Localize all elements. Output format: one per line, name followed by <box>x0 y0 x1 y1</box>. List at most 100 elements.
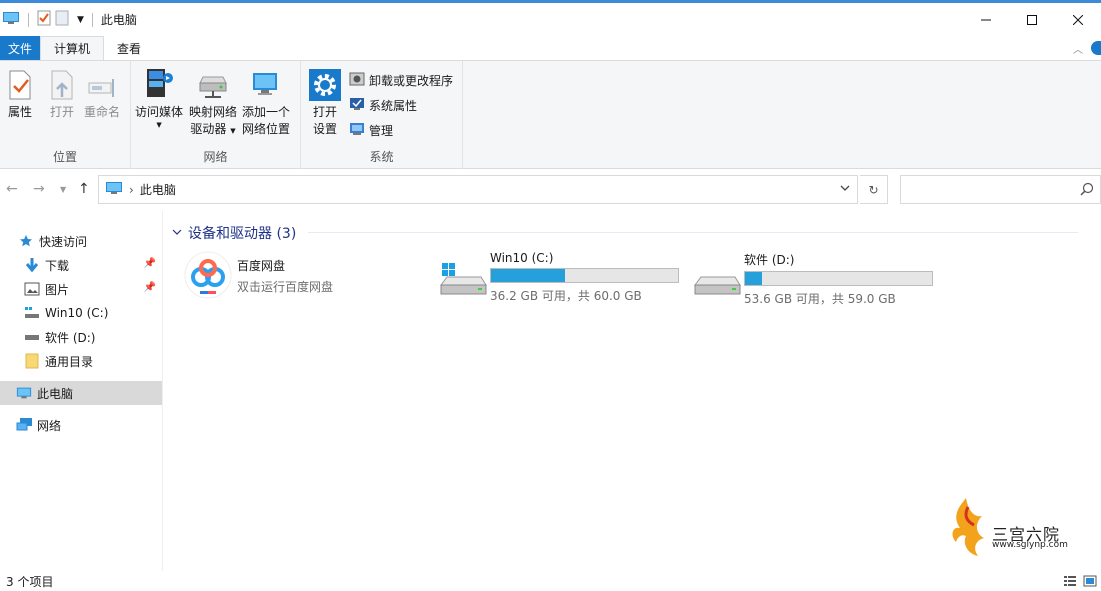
title-bar: ▼ 此电脑 <box>0 0 1101 36</box>
properties-button[interactable]: 属性 <box>4 65 36 121</box>
quick-access-toolbar: ▼ <box>0 10 97 29</box>
sidebar-item-common-folder[interactable]: 通用目录 <box>0 349 162 373</box>
access-media-button[interactable]: 访问媒体 ▼ <box>135 65 183 129</box>
breadcrumb-item[interactable]: 此电脑 <box>140 181 176 198</box>
system-properties-button[interactable]: 系统属性 <box>349 95 417 115</box>
item-name: 百度网盘 <box>237 259 286 273</box>
open-button[interactable]: 打开 <box>46 65 78 121</box>
chevron-down-icon[interactable] <box>839 182 851 197</box>
refresh-icon: ↻ <box>868 182 879 197</box>
open-icon <box>46 65 78 101</box>
dropdown-arrow-icon: ▼ <box>230 127 236 135</box>
list-item[interactable]: Win10 (C:) 36.2 GB 可用，共 60.0 GB <box>438 251 679 304</box>
item-name: Win10 (C:) <box>490 251 554 265</box>
sidebar-item-label: 软件 (D:) <box>45 330 96 345</box>
map-network-drive-button[interactable]: 映射网络 驱动器 ▼ <box>189 65 237 140</box>
sidebar-item-drive-d[interactable]: 软件 (D:) <box>0 325 162 349</box>
capacity-bar-fill <box>745 272 763 285</box>
pin-icon[interactable]: 📌 <box>144 282 156 293</box>
sidebar-item-quick-access[interactable]: 快速访问 <box>0 229 162 253</box>
pictures-icon <box>24 281 40 297</box>
open-label: 打开 <box>49 105 74 119</box>
sidebar-item-pictures[interactable]: 图片 📌 <box>0 277 162 301</box>
properties-icon <box>4 65 36 101</box>
search-icon <box>1080 182 1094 199</box>
search-input[interactable] <box>900 175 1101 204</box>
window-controls <box>963 3 1101 36</box>
refresh-button[interactable]: ↻ <box>860 175 888 204</box>
rename-label: 重命名 <box>84 105 121 119</box>
sidebar-item-downloads[interactable]: 下载 📌 <box>0 253 162 277</box>
sidebar-item-drive-c[interactable]: Win10 (C:) <box>0 301 162 325</box>
network-group-label: 网络 <box>203 150 228 164</box>
dropdown-arrow-icon: ▼ <box>156 121 162 129</box>
customize-dropdown-icon[interactable]: ▼ <box>77 15 84 25</box>
sidebar-item-this-pc[interactable]: 此电脑 <box>0 381 162 405</box>
chevron-down-icon[interactable] <box>172 225 182 241</box>
computer-icon[interactable] <box>2 11 20 28</box>
star-icon <box>18 233 34 249</box>
add-location-label-1: 添加一个 <box>242 105 291 119</box>
tab-view[interactable]: 查看 <box>104 36 154 60</box>
tab-computer[interactable]: 计算机 <box>40 36 105 60</box>
map-drive-label-2: 驱动器 ▼ <box>190 121 235 140</box>
list-item[interactable]: 百度网盘 双击运行百度网盘 <box>184 251 333 299</box>
back-arrow-icon[interactable]: ← <box>6 181 18 197</box>
system-group-label: 系统 <box>369 150 394 164</box>
item-name: 软件 (D:) <box>744 253 795 267</box>
location-group-label: 位置 <box>52 150 77 164</box>
tab-file[interactable]: 文件 <box>0 36 41 60</box>
address-bar[interactable]: › 此电脑 <box>98 175 858 204</box>
windows-drive-icon <box>24 305 40 321</box>
map-drive-label-1: 映射网络 <box>189 105 238 119</box>
uninstall-programs-button[interactable]: 卸载或更改程序 <box>349 70 453 90</box>
computer-icon <box>16 385 32 401</box>
forward-arrow-icon[interactable]: → <box>33 181 45 197</box>
help-icon[interactable] <box>1091 41 1101 55</box>
details-view-icon[interactable] <box>1063 575 1077 590</box>
rename-button[interactable]: 重命名 <box>84 65 120 121</box>
minimize-button[interactable] <box>963 3 1009 36</box>
computer-icon <box>105 181 123 198</box>
new-folder-icon[interactable] <box>55 10 69 29</box>
uninstall-label: 卸载或更改程序 <box>369 73 454 88</box>
capacity-bar-fill <box>491 269 566 282</box>
pin-icon[interactable]: 📌 <box>144 258 156 269</box>
properties-icon[interactable] <box>37 10 51 29</box>
uninstall-icon <box>349 71 365 90</box>
map-drive-label-2-text: 驱动器 <box>190 122 227 136</box>
close-button[interactable] <box>1055 3 1101 36</box>
windows-drive-icon <box>438 251 488 301</box>
sidebar-item-label: Win10 (C:) <box>45 306 109 320</box>
capacity-text: 53.6 GB 可用，共 59.0 GB <box>744 292 896 306</box>
capacity-bar <box>490 268 679 283</box>
status-bar: 3 个项目 <box>0 571 1101 591</box>
chevron-right-icon[interactable]: › <box>129 183 134 197</box>
open-settings-button[interactable]: 打开 设置 <box>309 65 341 138</box>
maximize-button[interactable] <box>1009 3 1055 36</box>
navigation-bar: ← → ▼ ↑ › 此电脑 ↻ <box>0 169 1101 211</box>
list-item[interactable]: 软件 (D:) 53.6 GB 可用，共 59.0 GB <box>692 251 933 307</box>
large-icons-view-icon[interactable] <box>1083 575 1097 590</box>
add-network-location-button[interactable]: 添加一个 网络位置 <box>242 65 290 138</box>
ribbon-group-system: 打开 设置 卸载或更改程序 系统属性 管理 系统 <box>301 61 463 169</box>
sidebar-item-label: 此电脑 <box>37 386 74 401</box>
network-drive-icon <box>197 65 229 101</box>
group-header[interactable]: 设备和驱动器 (3) <box>172 223 296 243</box>
ribbon: 属性 打开 重命名 位置 访问媒体 ▼ 映射网络 驱动器 ▼ 添加一个 网络位置… <box>0 60 1101 169</box>
media-icon <box>143 65 175 101</box>
download-arrow-icon <box>24 257 40 273</box>
toolbar-divider <box>28 12 29 27</box>
settings-gear-icon <box>309 65 341 101</box>
sidebar-item-label: 快速访问 <box>39 234 88 249</box>
sidebar-item-label: 图片 <box>45 282 70 297</box>
ribbon-group-network: 访问媒体 ▼ 映射网络 驱动器 ▼ 添加一个 网络位置 网络 <box>131 61 301 169</box>
recent-locations-icon[interactable]: ▼ <box>60 185 66 194</box>
collapse-ribbon-icon[interactable]: ︿ <box>1073 41 1083 56</box>
navigation-pane: 快速访问 下载 📌 图片 📌 Win10 (C:) 软件 (D:) 通用目录 此… <box>0 211 163 571</box>
sidebar-item-network[interactable]: 网络 <box>0 413 162 437</box>
up-arrow-icon[interactable]: ↑ <box>78 181 90 197</box>
sidebar-item-label: 通用目录 <box>45 354 94 369</box>
manage-button[interactable]: 管理 <box>349 120 393 140</box>
window-title: 此电脑 <box>100 13 137 27</box>
